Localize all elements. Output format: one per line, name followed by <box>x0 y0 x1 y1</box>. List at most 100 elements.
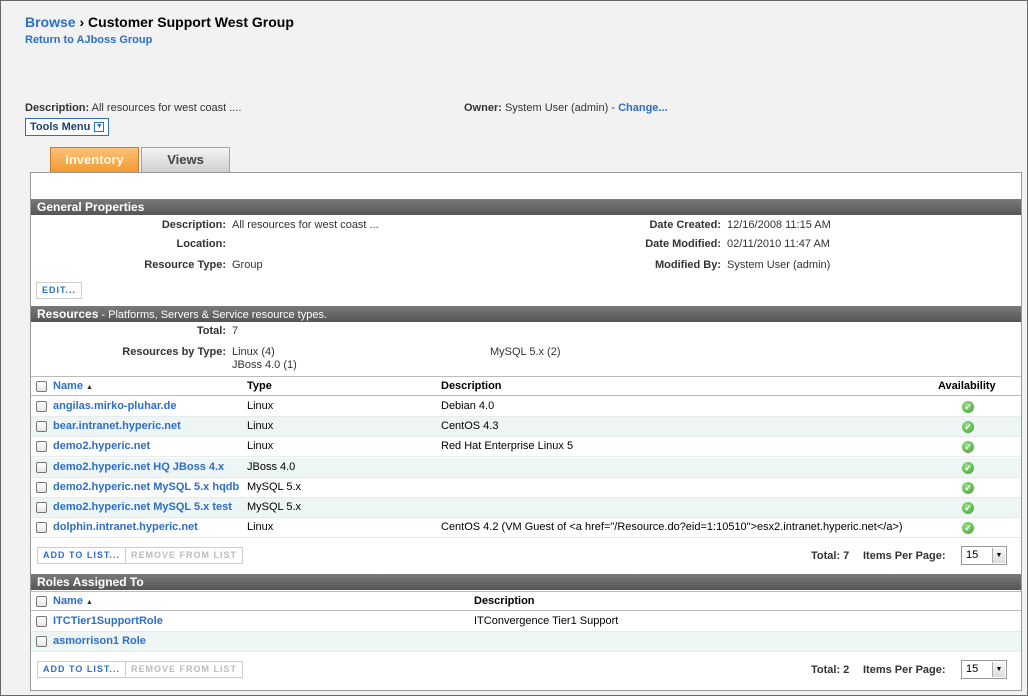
table-row: bear.intranet.hyperic.net Linux CentOS 4… <box>31 417 1021 437</box>
general-properties-header: General Properties <box>31 199 1021 215</box>
description-value: All resources for west coast .... <box>91 102 242 114</box>
resources-header: Resources - Platforms, Servers & Service… <box>31 306 1021 322</box>
sort-ascending-icon: ▲ <box>86 384 93 391</box>
resource-description: Debian 4.0 <box>441 400 495 412</box>
row-checkbox[interactable] <box>36 441 47 452</box>
change-owner-link[interactable]: Change... <box>618 102 668 114</box>
breadcrumb-browse[interactable]: Browse <box>25 14 76 30</box>
items-per-page-select[interactable]: 15 ▼ <box>961 546 1007 565</box>
row-checkbox[interactable] <box>36 462 47 473</box>
resource-type: JBoss 4.0 <box>247 461 296 473</box>
resources-by-type-label: Resources by Type: <box>122 346 226 358</box>
group-name: Customer Support West Group <box>88 14 294 30</box>
resource-description: CentOS 4.2 (VM Guest of <a href="/Resour… <box>441 521 903 533</box>
gp-type-value: Group <box>232 259 263 271</box>
owner-value: System User (admin) - <box>504 102 615 114</box>
resource-type: MySQL 5.x <box>247 481 301 493</box>
edit-button[interactable]: EDIT... <box>36 282 83 299</box>
green-check-icon: ✓ <box>962 421 974 433</box>
role-name-link[interactable]: asmorrison1 Role <box>53 632 146 651</box>
resource-type-jboss: JBoss 4.0 (1) <box>232 359 297 371</box>
resource-name-link[interactable]: demo2.hyperic.net HQ JBoss 4.x <box>53 458 224 477</box>
breadcrumb-separator: › <box>79 14 85 30</box>
tab-inventory[interactable]: Inventory <box>50 147 139 172</box>
tools-menu-label: Tools Menu <box>30 121 91 133</box>
table-row: demo2.hyperic.net MySQL 5.x test MySQL 5… <box>31 498 1021 518</box>
green-check-icon: ✓ <box>962 441 974 453</box>
row-checkbox[interactable] <box>36 616 47 627</box>
sort-ascending-icon: ▲ <box>86 599 93 606</box>
tools-menu-button[interactable]: Tools Menu ▼ <box>25 118 110 136</box>
gp-location-label: Location: <box>176 238 227 250</box>
roles-items-per-page-select[interactable]: 15 ▼ <box>961 660 1007 679</box>
gp-modified-by-value: System User (admin) <box>727 259 831 271</box>
gp-created-label: Date Created: <box>649 219 721 231</box>
resource-name-link[interactable]: demo2.hyperic.net MySQL 5.x hqdb <box>53 478 239 497</box>
row-checkbox[interactable] <box>36 522 47 533</box>
roles-remove-from-list-button: REMOVE FROM LIST <box>125 661 243 678</box>
resource-name-link[interactable]: demo2.hyperic.net MySQL 5.x test <box>53 498 232 517</box>
resource-type: Linux <box>247 440 274 452</box>
row-checkbox[interactable] <box>36 636 47 647</box>
description-label: Description: <box>25 102 90 114</box>
items-per-page-label: Items Per Page: <box>863 550 946 562</box>
page-title: Browse › Customer Support West Group <box>25 14 294 30</box>
description-column-header: Description <box>441 380 502 392</box>
select-all-roles-checkbox[interactable] <box>36 596 47 607</box>
gp-modified-by-label: Modified By: <box>655 259 721 271</box>
type-column-header: Type <box>247 380 272 392</box>
roles-footer-total: Total: 2 <box>811 664 850 676</box>
green-check-icon: ✓ <box>962 401 974 413</box>
availability-column-header: Availability <box>938 380 996 392</box>
add-to-list-button[interactable]: ADD TO LIST... <box>37 547 126 564</box>
chevron-down-icon: ▼ <box>94 122 105 132</box>
green-check-icon: ✓ <box>962 522 974 534</box>
row-checkbox[interactable] <box>36 482 47 493</box>
resources-footer-total: Total: 7 <box>811 550 850 562</box>
role-description: ITConvergence Tier1 Support <box>474 615 619 627</box>
group-description: Description: All resources for west coas… <box>25 102 241 114</box>
gp-created-value: 12/16/2008 11:15 AM <box>727 219 831 231</box>
resources-subtitle: - Platforms, Servers & Service resource … <box>98 309 328 321</box>
tab-views[interactable]: Views <box>141 147 230 172</box>
table-row: ITCTier1SupportRole ITConvergence Tier1 … <box>31 612 1021 632</box>
resource-name-link[interactable]: dolphin.intranet.hyperic.net <box>53 518 198 537</box>
green-check-icon: ✓ <box>962 482 974 494</box>
roles-add-to-list-button[interactable]: ADD TO LIST... <box>37 661 126 678</box>
roles-header: Roles Assigned To <box>31 574 1021 590</box>
resource-name-link[interactable]: angilas.mirko-pluhar.de <box>53 397 176 416</box>
resources-total-label: Total: <box>196 325 226 337</box>
inventory-panel: General Properties Description: All reso… <box>30 172 1022 691</box>
return-link[interactable]: Return to AJboss Group <box>25 34 152 46</box>
remove-from-list-button: REMOVE FROM LIST <box>125 547 243 564</box>
role-name-link[interactable]: ITCTier1SupportRole <box>53 612 163 631</box>
gp-modified-label: Date Modified: <box>645 238 721 250</box>
gp-modified-value: 02/11/2010 11:47 AM <box>727 238 830 250</box>
table-row: demo2.hyperic.net Linux Red Hat Enterpri… <box>31 437 1021 457</box>
resource-name-link[interactable]: bear.intranet.hyperic.net <box>53 417 181 436</box>
name-column-header[interactable]: Name ▲ <box>53 377 93 397</box>
gp-description-value: All resources for west coast ... <box>232 219 379 231</box>
resource-type-linux: Linux (4) <box>232 346 275 358</box>
select-all-checkbox[interactable] <box>36 381 47 392</box>
role-name-column-header[interactable]: Name ▲ <box>53 592 93 612</box>
resource-description: Red Hat Enterprise Linux 5 <box>441 440 574 452</box>
table-row: demo2.hyperic.net HQ JBoss 4.x JBoss 4.0… <box>31 458 1021 478</box>
chevron-down-icon: ▼ <box>992 548 1005 563</box>
green-check-icon: ✓ <box>962 462 974 474</box>
roles-items-per-page-label: Items Per Page: <box>863 664 946 676</box>
resources-total-value: 7 <box>232 325 239 337</box>
owner-label: Owner: <box>464 102 502 114</box>
gp-description-label: Description: <box>161 219 226 231</box>
resource-type: Linux <box>247 420 274 432</box>
row-checkbox[interactable] <box>36 421 47 432</box>
resource-type-mysql: MySQL 5.x (2) <box>490 346 561 358</box>
resource-name-link[interactable]: demo2.hyperic.net <box>53 437 150 456</box>
row-checkbox[interactable] <box>36 502 47 513</box>
table-row: dolphin.intranet.hyperic.net Linux CentO… <box>31 518 1021 538</box>
row-checkbox[interactable] <box>36 401 47 412</box>
resources-title: Resources <box>37 307 99 321</box>
gp-type-label: Resource Type: <box>144 259 226 271</box>
items-per-page-value: 15 <box>966 549 979 561</box>
resource-type: Linux <box>247 521 274 533</box>
